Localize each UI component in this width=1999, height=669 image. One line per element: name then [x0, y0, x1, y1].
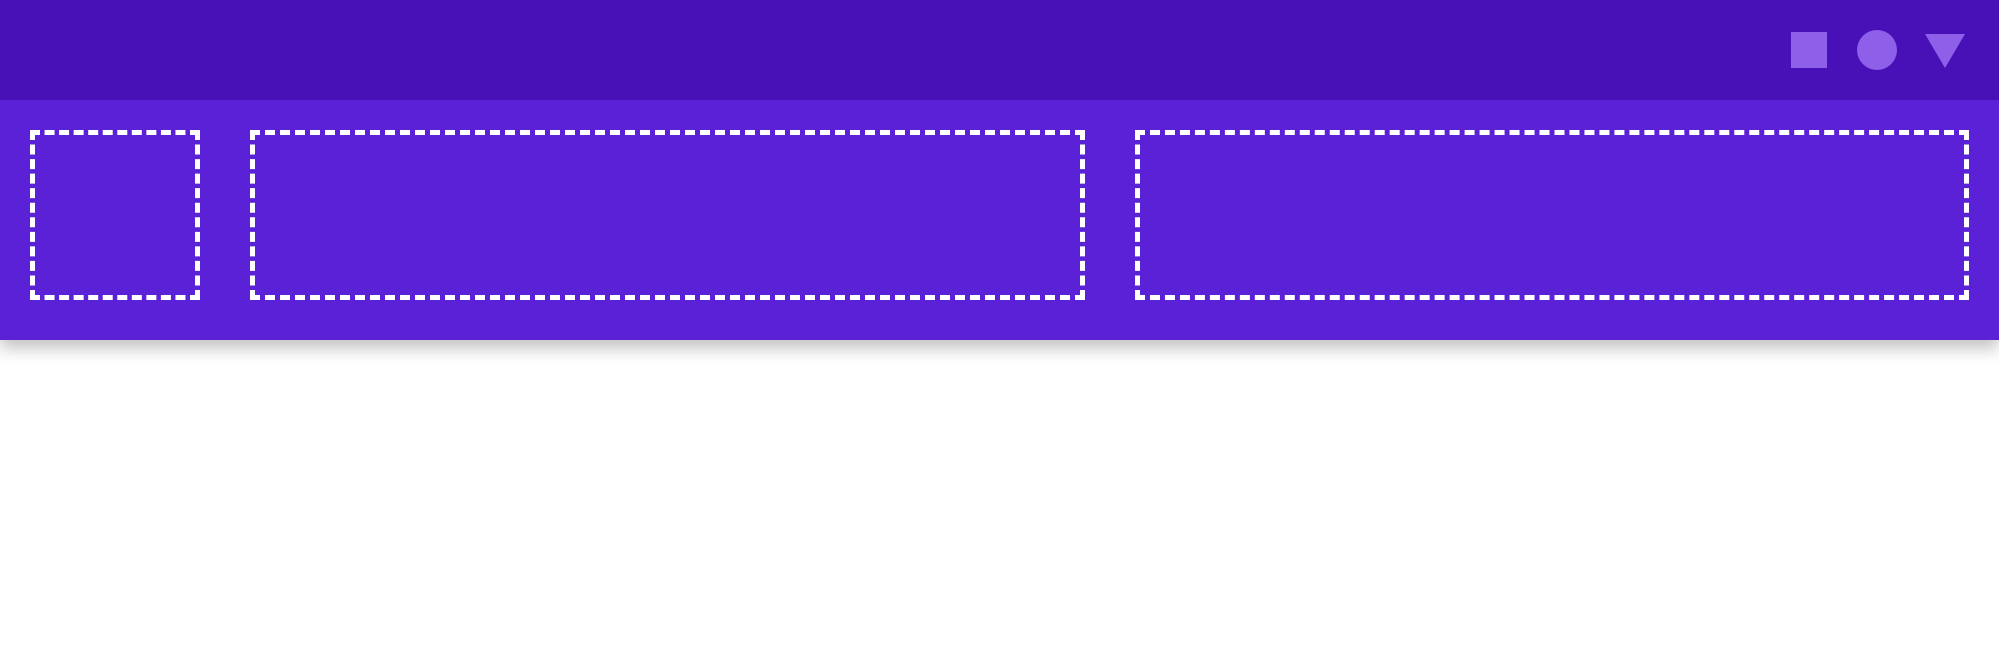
status-bar: [0, 0, 1999, 100]
slot-label: action-items: [1140, 135, 1141, 136]
triangle-down-icon: [1921, 26, 1969, 74]
circle-icon: [1853, 26, 1901, 74]
top-app-bar: navigation-icon title action-items: [0, 0, 1999, 340]
action-items-slot[interactable]: action-items: [1135, 130, 1970, 300]
slot-label: title: [255, 135, 256, 136]
title-slot: title: [250, 130, 1085, 300]
slot-label: navigation-icon: [35, 135, 36, 136]
navigation-icon-slot[interactable]: navigation-icon: [30, 130, 200, 300]
square-icon: [1785, 26, 1833, 74]
toolbar: navigation-icon title action-items: [0, 100, 1999, 340]
